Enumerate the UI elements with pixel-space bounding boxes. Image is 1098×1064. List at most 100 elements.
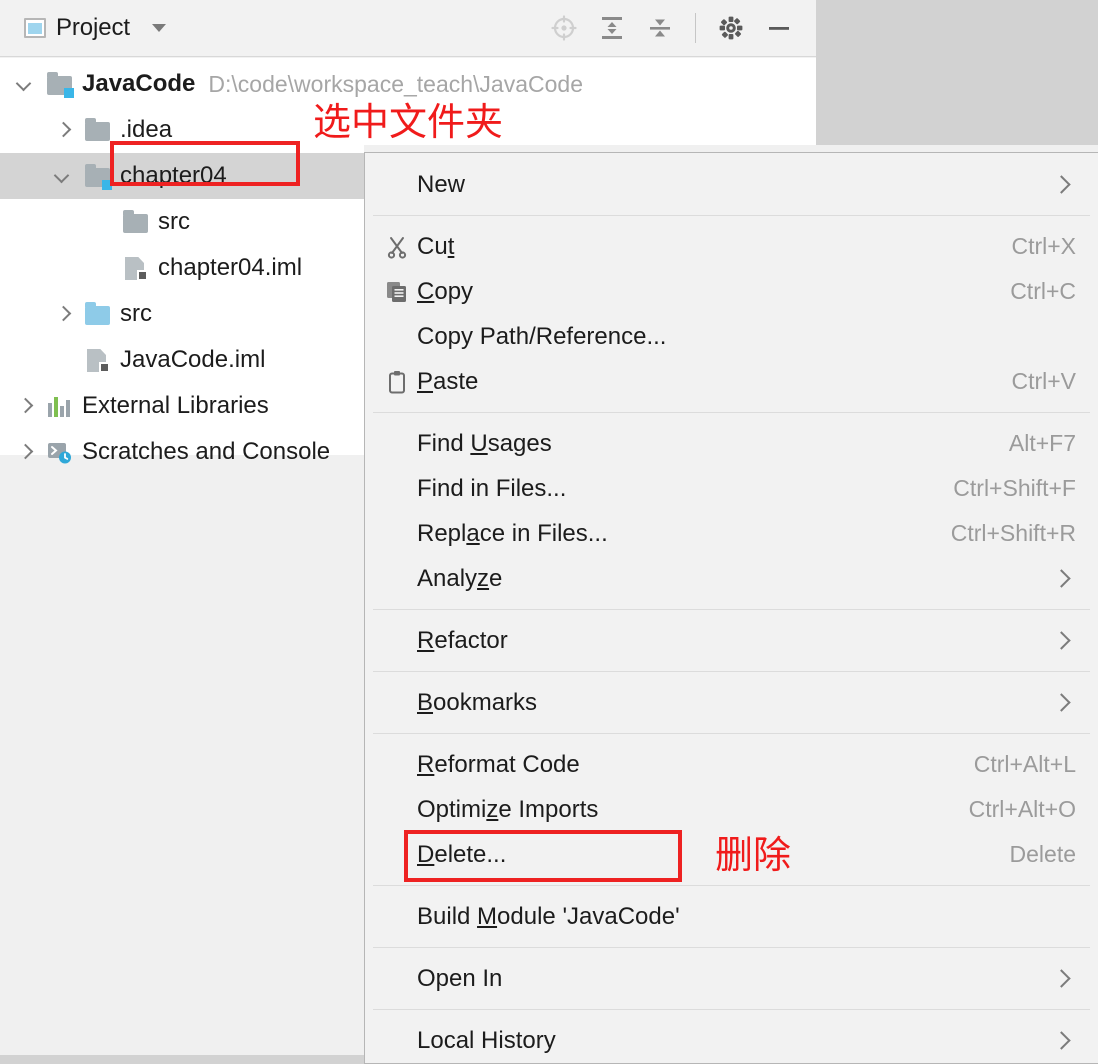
menu-item-refactor[interactable]: Refactor [365,618,1098,663]
menu-item-find-in-files[interactable]: Find in Files... Ctrl+Shift+F [365,466,1098,511]
menu-item-build-module-javacode[interactable]: Build Module 'JavaCode' [365,894,1098,939]
tree-row-chapter04-iml[interactable]: chapter04.iml [0,245,364,291]
chevron-right-icon [1052,1031,1071,1050]
menu-item-label: Replace in Files... [417,519,608,547]
tree-row-idea[interactable]: .idea [0,107,364,153]
menu-item-paste[interactable]: Paste Ctrl+V [365,359,1098,404]
tree-row-label: src [120,300,152,327]
menu-item-label: Paste [417,367,479,395]
tree-row-external-libraries[interactable]: External Libraries [0,383,364,429]
menu-item-replace-in-files[interactable]: Replace in Files... Ctrl+Shift+R [365,511,1098,556]
menu-item-cut[interactable]: Cut Ctrl+X [365,224,1098,269]
tree-row-label: chapter04.iml [158,254,303,281]
menu-item-new[interactable]: New [365,162,1098,207]
menu-item-shortcut: Ctrl+Shift+F [953,475,1076,501]
menu-item-bookmarks[interactable]: Bookmarks [365,680,1098,725]
menu-item-open-in[interactable]: Open In [365,956,1098,1001]
menu-item-optimize-imports[interactable]: Optimize Imports Ctrl+Alt+O [365,787,1098,832]
project-panel-header: Project [0,0,816,57]
context-menu[interactable]: New Cut Ctrl+X Copy Ctrl+C Copy Path/Referenc… [364,152,1098,1064]
chevron-down-icon[interactable] [14,73,36,95]
menu-item-shortcut: Ctrl+X [1011,233,1076,259]
tree-row-path: D:\code\workspace_teach\JavaCode [208,70,583,97]
menu-item-reformat-code[interactable]: Reformat Code Ctrl+Alt+L [365,742,1098,787]
menu-item-label: New [417,170,466,198]
menu-item-label: Find Usages [417,429,552,457]
menu-item-shortcut: Ctrl+Alt+L [973,751,1076,777]
libraries-icon [47,394,73,418]
chevron-right-icon[interactable] [14,441,36,463]
menu-item-local-history[interactable]: Local History [365,1018,1098,1063]
tree-row-src[interactable]: src [0,199,364,245]
menu-item-copy-path-reference[interactable]: Copy Path/Reference... [365,314,1098,359]
menu-item-label: Copy Path/Reference... [417,322,667,350]
chevron-right-icon[interactable] [14,395,36,417]
expand-all-icon[interactable] [599,15,625,41]
menu-item-label: Find in Files... [417,474,567,502]
copy-icon [385,280,417,304]
menu-item-shortcut: Alt+F7 [1008,430,1076,456]
folder-icon [123,210,149,234]
menu-separator [373,671,1090,672]
menu-item-label: Copy [417,277,474,305]
menu-separator [373,733,1090,734]
toolbar-separator [695,13,696,43]
chevron-right-icon [1052,569,1071,588]
hide-minimize-icon[interactable] [766,15,792,41]
tree-row-label: External Libraries [82,392,269,419]
menu-item-shortcut: Ctrl+Shift+R [950,520,1076,546]
menu-item-label: Refactor [417,626,508,654]
iml-file-icon [123,256,149,281]
tree-row-javacode[interactable]: JavaCode D:\code\workspace_teach\JavaCode [0,61,583,107]
chevron-right-icon[interactable] [52,303,74,325]
menu-item-label: Cut [417,232,455,260]
menu-item-shortcut: Ctrl+C [1010,278,1076,304]
scratches-icon [47,440,73,464]
menu-item-label: Local History [417,1026,556,1054]
paste-clipboard-icon [385,370,417,394]
tree-row-label: chapter04 [120,162,227,189]
settings-gear-icon[interactable] [718,15,744,41]
select-opened-file-icon[interactable] [551,15,577,41]
chevron-right-icon [1052,175,1071,194]
chevron-down-icon[interactable] [152,24,166,32]
chevron-right-icon [1052,693,1071,712]
menu-item-label: Optimize Imports [417,795,599,823]
menu-item-label: Delete... [417,840,507,868]
menu-item-shortcut: Ctrl+V [1011,368,1076,394]
menu-item-copy[interactable]: Copy Ctrl+C [365,269,1098,314]
menu-separator [373,947,1090,948]
project-tree-rows[interactable]: JavaCode D:\code\workspace_teach\JavaCode… [0,61,583,475]
page-title: Project [56,14,130,41]
source-folder-icon [85,302,111,326]
chevron-down-icon[interactable] [52,165,74,187]
editor-backdrop [816,0,1098,145]
menu-item-label: Reformat Code [417,750,580,778]
annotation-delete: 删除 [715,833,792,877]
menu-separator [373,885,1090,886]
chevron-right-icon [1052,969,1071,988]
module-folder-icon [47,72,74,98]
tree-row-chapter04[interactable]: chapter04 [0,153,364,199]
menu-item-shortcut: Delete [1009,841,1076,867]
tree-row-src[interactable]: src [0,291,364,337]
tree-row-scratches-and-console[interactable]: Scratches and Console [0,429,364,475]
menu-item-label: Bookmarks [417,688,538,716]
annotation-select-folder: 选中文件夹 [313,100,504,144]
iml-file-icon [85,348,111,373]
collapse-all-icon[interactable] [647,15,673,41]
folder-icon [85,118,111,142]
chevron-right-icon[interactable] [52,119,74,141]
tree-row-label: Scratches and Console [82,438,331,465]
cut-scissors-icon [385,235,417,259]
tree-row-javacode-iml[interactable]: JavaCode.iml [0,337,364,383]
menu-item-find-usages[interactable]: Find Usages Alt+F7 [365,421,1098,466]
module-folder-icon [85,164,112,190]
tree-row-label: JavaCode [82,70,196,97]
tree-row-label: src [158,208,190,235]
menu-item-shortcut: Ctrl+Alt+O [968,796,1076,822]
menu-item-analyze[interactable]: Analyze [365,556,1098,601]
